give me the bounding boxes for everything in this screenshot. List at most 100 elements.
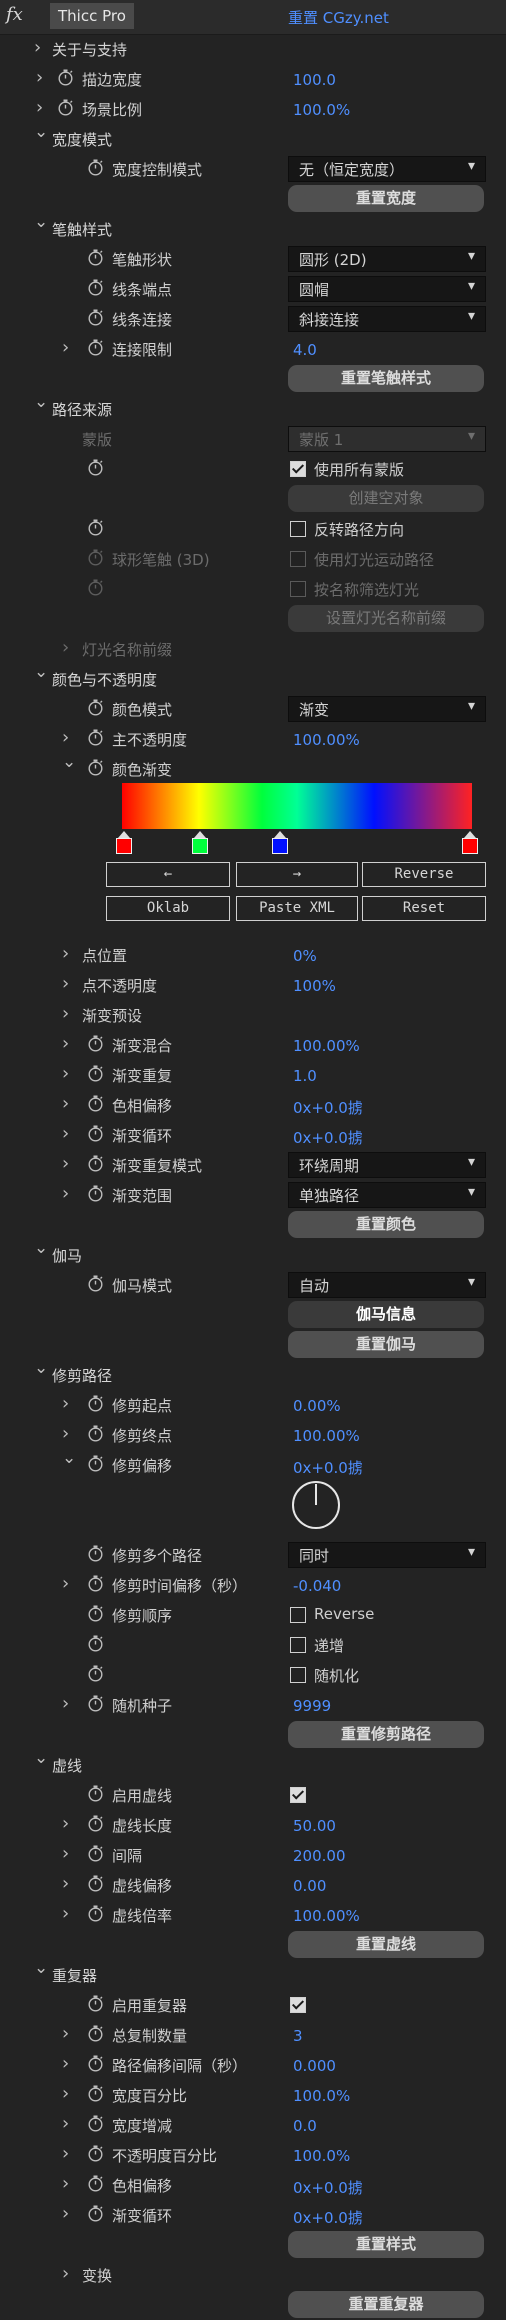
gradient-stop[interactable] — [271, 838, 288, 854]
reset-button[interactable]: 重置宽度 — [288, 185, 484, 212]
section-title[interactable]: 笔触样式 — [52, 219, 112, 240]
stopwatch-icon[interactable] — [86, 698, 105, 717]
chevron-right-icon[interactable]: › — [36, 97, 43, 118]
gradient-action-button[interactable]: Reverse — [362, 862, 486, 887]
checkbox[interactable] — [290, 521, 306, 537]
property-value[interactable]: 100.0% — [293, 2087, 350, 2105]
dropdown[interactable]: 环绕周期 ▾ — [288, 1152, 486, 1178]
property-value[interactable]: 50.00 — [293, 1817, 336, 1835]
stopwatch-icon[interactable] — [86, 248, 105, 267]
stopwatch-icon[interactable] — [86, 1124, 105, 1143]
stopwatch-icon[interactable] — [86, 1184, 105, 1203]
chevron-down-icon[interactable]: ⌄ — [34, 392, 48, 412]
chevron-right-icon[interactable]: › — [62, 1063, 69, 1084]
chevron-down-icon[interactable]: ⌄ — [34, 1748, 48, 1768]
property-value[interactable]: 100.00% — [293, 1427, 360, 1445]
stopwatch-icon[interactable] — [86, 2174, 105, 2193]
stopwatch-icon[interactable] — [86, 1394, 105, 1413]
chevron-right-icon[interactable]: › — [62, 2113, 69, 2134]
stopwatch-icon[interactable] — [86, 1574, 105, 1593]
reset-button[interactable]: 设置灯光名称前缀 — [288, 605, 484, 632]
stopwatch-icon[interactable] — [86, 458, 105, 477]
chevron-right-icon[interactable]: › — [62, 1123, 69, 1144]
reset-button[interactable]: 重置伽马 — [288, 1331, 484, 1358]
chevron-right-icon[interactable]: › — [62, 727, 69, 748]
chevron-right-icon[interactable]: › — [62, 337, 69, 358]
gradient-stop[interactable] — [116, 838, 132, 854]
gradient-stop[interactable] — [462, 838, 478, 854]
property-value[interactable]: 100.0% — [293, 2147, 350, 2165]
property-value[interactable]: 100.00% — [293, 1037, 360, 1055]
property-value[interactable]: 0x+0.0掳 — [293, 1457, 363, 1478]
checkbox[interactable] — [290, 1607, 306, 1623]
dropdown[interactable]: 无（恒定宽度） ▾ — [288, 156, 486, 182]
chevron-right-icon[interactable]: › — [62, 1903, 69, 1924]
chevron-down-icon[interactable]: ⌄ — [34, 1358, 48, 1378]
fx-icon[interactable]: fx — [6, 4, 23, 25]
dropdown[interactable]: 圆帽 ▾ — [288, 276, 486, 302]
chevron-down-icon[interactable]: ⌄ — [62, 752, 76, 772]
chevron-right-icon[interactable]: › — [36, 67, 43, 88]
chevron-right-icon[interactable]: › — [62, 1873, 69, 1894]
chevron-right-icon[interactable]: › — [62, 2083, 69, 2104]
stopwatch-icon[interactable] — [86, 1274, 105, 1293]
stopwatch-icon[interactable] — [86, 308, 105, 327]
chevron-right-icon[interactable]: › — [62, 1153, 69, 1174]
dropdown[interactable]: 同时 ▾ — [288, 1542, 486, 1568]
stopwatch-icon[interactable] — [86, 158, 105, 177]
chevron-right-icon[interactable]: › — [62, 2263, 69, 2284]
chevron-right-icon[interactable]: › — [62, 2203, 69, 2224]
section-title[interactable]: 关于与支持 — [52, 39, 127, 60]
chevron-right-icon[interactable]: › — [62, 1423, 69, 1444]
checkbox[interactable] — [290, 1667, 306, 1683]
section-title[interactable]: 重复器 — [52, 1965, 97, 1986]
property-value[interactable]: 100.0 — [293, 71, 336, 89]
property-value[interactable]: 1.0 — [293, 1067, 317, 1085]
chevron-right-icon[interactable]: › — [62, 1003, 69, 1024]
stopwatch-icon[interactable] — [86, 1154, 105, 1173]
dropdown[interactable]: 斜接连接 ▾ — [288, 306, 486, 332]
effect-name[interactable]: Thicc Pro — [50, 3, 134, 29]
chevron-right-icon[interactable]: › — [62, 2053, 69, 2074]
chevron-right-icon[interactable]: › — [62, 2023, 69, 2044]
reset-button[interactable]: 重置重复器 — [288, 2291, 484, 2318]
chevron-right-icon[interactable]: › — [62, 1183, 69, 1204]
chevron-right-icon[interactable]: › — [62, 2173, 69, 2194]
checkbox[interactable] — [290, 1997, 306, 2013]
reset-button[interactable]: 重置笔触样式 — [288, 365, 484, 392]
section-title[interactable]: 伽马 — [52, 1245, 82, 1266]
stopwatch-icon[interactable] — [86, 2144, 105, 2163]
stopwatch-icon[interactable] — [86, 1544, 105, 1563]
stopwatch-icon[interactable] — [86, 2114, 105, 2133]
stopwatch-icon[interactable] — [86, 1694, 105, 1713]
chevron-right-icon[interactable]: › — [62, 1393, 69, 1414]
chevron-right-icon[interactable]: › — [62, 1093, 69, 1114]
gradient-stop[interactable] — [192, 838, 209, 854]
stopwatch-icon[interactable] — [86, 1454, 105, 1473]
reset-link[interactable]: 重置 CGzy.net — [288, 7, 389, 28]
stopwatch-icon[interactable] — [86, 578, 105, 597]
section-title[interactable]: 虚线 — [52, 1755, 82, 1776]
chevron-right-icon[interactable]: › — [62, 1033, 69, 1054]
section-title[interactable]: 颜色与不透明度 — [52, 669, 157, 690]
checkbox[interactable] — [290, 551, 306, 567]
property-value[interactable]: 0x+0.0掳 — [293, 1127, 363, 1148]
reset-button[interactable]: 创建空对象 — [288, 485, 484, 512]
stopwatch-icon[interactable] — [86, 1034, 105, 1053]
property-value[interactable]: 9999 — [293, 1697, 331, 1715]
stopwatch-icon[interactable] — [86, 278, 105, 297]
property-value[interactable]: 4.0 — [293, 341, 317, 359]
stopwatch-icon[interactable] — [86, 1814, 105, 1833]
chevron-right-icon[interactable]: › — [62, 637, 69, 658]
chevron-right-icon[interactable]: › — [62, 973, 69, 994]
dropdown[interactable]: 单独路径 ▾ — [288, 1182, 486, 1208]
stopwatch-icon[interactable] — [86, 1634, 105, 1653]
section-title[interactable]: 修剪路径 — [52, 1365, 112, 1386]
section-title[interactable]: 宽度模式 — [52, 129, 112, 150]
stopwatch-icon[interactable] — [86, 1604, 105, 1623]
property-value[interactable]: 0.0 — [293, 2117, 317, 2135]
chevron-right-icon[interactable]: › — [62, 1573, 69, 1594]
property-value[interactable]: 0.000 — [293, 2057, 336, 2075]
property-value[interactable]: 0x+0.0掳 — [293, 2177, 363, 2198]
chevron-right-icon[interactable]: › — [62, 2143, 69, 2164]
